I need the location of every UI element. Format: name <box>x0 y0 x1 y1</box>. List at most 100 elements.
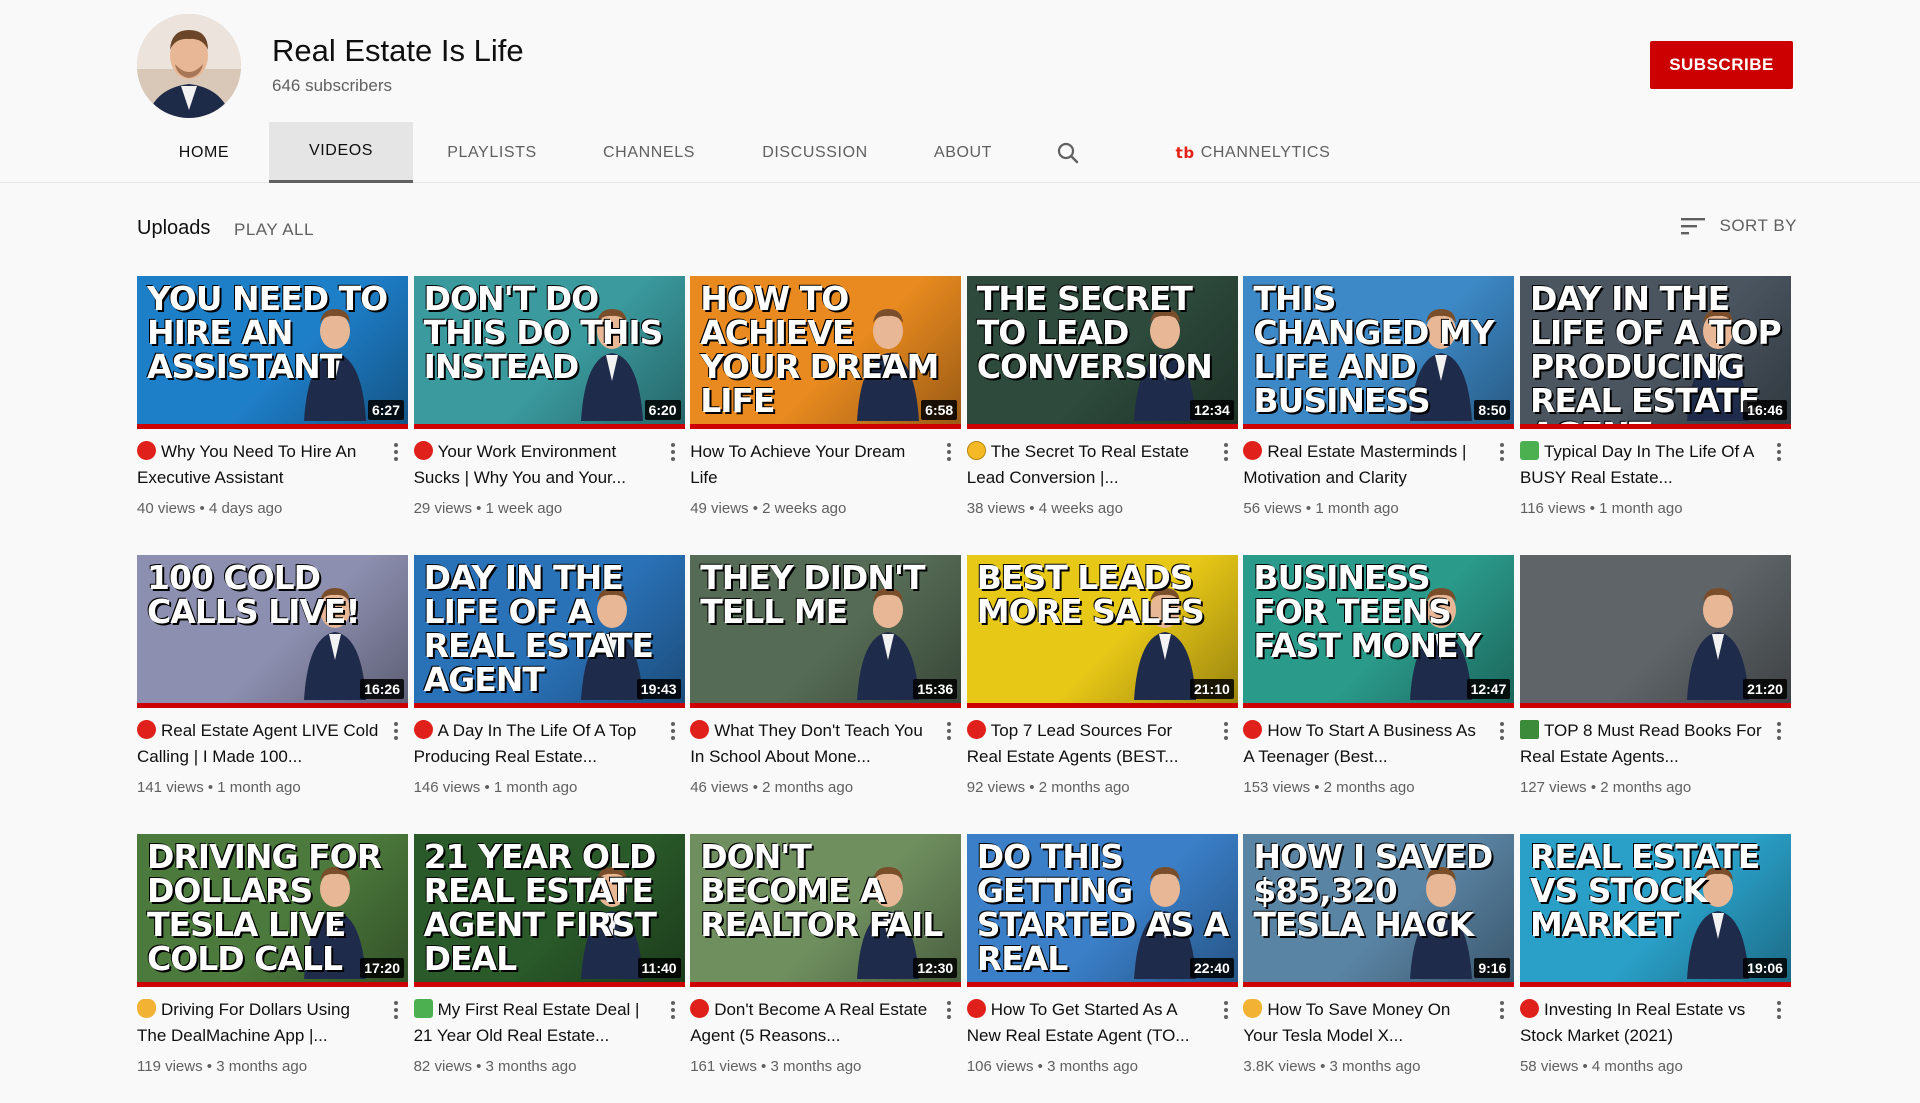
video-title[interactable]: Real Estate Agent LIVE Cold Calling | I … <box>137 718 382 770</box>
tab-about[interactable]: ABOUT <box>903 122 1023 183</box>
more-vert-icon[interactable] <box>665 720 681 744</box>
video-thumbnail[interactable]: 100 COLD CALLS LIVE! 16:26 <box>137 555 408 708</box>
more-vert-icon[interactable] <box>941 720 957 744</box>
view-count: 116 views <box>1519 500 1586 517</box>
video-card[interactable]: BEST LEADS MORE SALES 21:10 Top 7 Lead S… <box>966 555 1238 834</box>
more-vert-icon[interactable] <box>388 999 404 1023</box>
video-title[interactable]: What They Don't Teach You In School Abou… <box>690 718 935 770</box>
video-card[interactable]: 21 YEAR OLD REAL ESTATE AGENT FIRST DEAL… <box>413 834 685 1103</box>
video-card[interactable]: DRIVING FOR DOLLARS TESLA LIVE COLD CALL… <box>137 834 408 1103</box>
thumbnail-text: DON'T DO THIS DO THIS INSTEAD <box>423 279 664 386</box>
more-vert-icon[interactable] <box>388 441 404 465</box>
video-card[interactable]: BUSINESS FOR TEENS FAST MONEY 12:47 How … <box>1243 555 1515 834</box>
video-card[interactable]: YOU NEED TO HIRE AN ASSISTANT 6:27 Why Y… <box>137 276 408 555</box>
video-card[interactable]: THE SECRET TO LEAD CONVERSION 12:34 The … <box>966 276 1238 555</box>
subscribe-button[interactable]: SUBSCRIBE <box>1650 41 1793 89</box>
more-vert-icon[interactable] <box>1494 720 1510 744</box>
video-thumbnail[interactable]: HOW I SAVED $85,320 TESLA HACK 9:16 <box>1243 834 1515 987</box>
video-thumbnail[interactable]: YOU NEED TO HIRE AN ASSISTANT 6:27 <box>137 276 408 429</box>
more-vert-icon[interactable] <box>1218 720 1234 744</box>
video-title[interactable]: How To Save Money On Your Tesla Model X.… <box>1243 997 1488 1049</box>
video-card[interactable]: THEY DIDN'T TELL ME 15:36 What They Don'… <box>690 555 962 834</box>
more-vert-icon[interactable] <box>665 999 681 1023</box>
video-thumbnail[interactable]: THIS CHANGED MY LIFE AND BUSINESS 8:50 <box>1243 276 1515 429</box>
stats-separator: • <box>1310 779 1324 796</box>
more-vert-icon[interactable] <box>665 441 681 465</box>
video-title[interactable]: Investing In Real Estate vs Stock Market… <box>1519 997 1765 1049</box>
video-card[interactable]: DO THIS GETTING STARTED AS A REAL 22:40 … <box>966 834 1238 1103</box>
video-thumbnail[interactable]: HOW TO ACHIEVE YOUR DREAM LIFE 6:58 <box>690 276 962 429</box>
video-thumbnail[interactable]: 21:20 <box>1519 555 1791 708</box>
channel-avatar[interactable] <box>137 14 241 118</box>
video-card[interactable]: REAL ESTATE VS STOCK MARKET 19:06 Invest… <box>1519 834 1791 1103</box>
video-card[interactable]: HOW TO ACHIEVE YOUR DREAM LIFE 6:58 How … <box>690 276 962 555</box>
tab-videos[interactable]: VIDEOS <box>269 122 413 183</box>
video-card[interactable]: THIS CHANGED MY LIFE AND BUSINESS 8:50 R… <box>1243 276 1515 555</box>
video-title[interactable]: How To Start A Business As A Teenager (B… <box>1243 718 1488 770</box>
video-card[interactable]: DON'T BECOME A REALTOR FAIL 12:30 Don't … <box>690 834 962 1103</box>
video-card[interactable]: DAY IN THE LIFE OF A TOP PRODUCING REAL … <box>1519 276 1791 555</box>
more-vert-icon[interactable] <box>1771 720 1787 744</box>
stats-separator: • <box>471 500 486 517</box>
video-title[interactable]: TOP 8 Must Read Books For Real Estate Ag… <box>1519 718 1765 770</box>
video-title[interactable]: Top 7 Lead Sources For Real Estate Agent… <box>966 718 1212 770</box>
video-title-text: TOP 8 Must Read Books For Real Estate Ag… <box>1519 721 1762 766</box>
video-thumbnail[interactable]: REAL ESTATE VS STOCK MARKET 19:06 <box>1519 834 1791 987</box>
upload-age: 4 months ago <box>1591 1058 1683 1075</box>
more-vert-icon[interactable] <box>1771 441 1787 465</box>
more-vert-icon[interactable] <box>1218 999 1234 1023</box>
tab-discussion[interactable]: DISCUSSION <box>727 122 903 183</box>
tab-playlists[interactable]: PLAYLISTS <box>413 122 571 183</box>
video-thumbnail[interactable]: THEY DIDN'T TELL ME 15:36 <box>690 555 962 708</box>
video-thumbnail[interactable]: DAY IN THE LIFE OF A TOP PRODUCING REAL … <box>1519 276 1791 429</box>
more-vert-icon[interactable] <box>1494 999 1510 1023</box>
stats-separator: • <box>748 779 763 796</box>
video-stats: 49 views • 2 weeks ago <box>690 500 935 517</box>
tab-channelytics[interactable]: tb CHANNELYTICS <box>1143 122 1363 183</box>
video-card[interactable]: 100 COLD CALLS LIVE! 16:26 Real Estate A… <box>137 555 408 834</box>
tab-home[interactable]: HOME <box>139 122 269 183</box>
video-title[interactable]: The Secret To Real Estate Lead Conversio… <box>966 439 1212 491</box>
more-vert-icon[interactable] <box>941 999 957 1023</box>
stats-separator: • <box>480 779 494 796</box>
video-duration: 12:47 <box>1466 679 1511 699</box>
video-stats: 82 views • 3 months ago <box>414 1058 659 1075</box>
video-title[interactable]: Real Estate Masterminds | Motivation and… <box>1243 439 1488 491</box>
video-title[interactable]: Typical Day In The Life Of A BUSY Real E… <box>1519 439 1765 491</box>
channel-search-button[interactable] <box>1023 122 1113 183</box>
more-vert-icon[interactable] <box>1218 441 1234 465</box>
more-vert-icon[interactable] <box>388 720 404 744</box>
stats-separator: • <box>1301 500 1316 517</box>
video-thumbnail[interactable]: DAY IN THE LIFE OF A REAL ESTATE AGENT 1… <box>413 555 685 708</box>
view-count: 40 views <box>137 500 196 517</box>
video-title[interactable]: Driving For Dollars Using The DealMachin… <box>137 997 382 1049</box>
video-thumbnail[interactable]: THE SECRET TO LEAD CONVERSION 12:34 <box>966 276 1238 429</box>
video-title[interactable]: How To Get Started As A New Real Estate … <box>966 997 1212 1049</box>
more-vert-icon[interactable] <box>1494 441 1510 465</box>
video-thumbnail[interactable]: DON'T DO THIS DO THIS INSTEAD 6:20 <box>413 276 685 429</box>
video-title[interactable]: Don't Become A Real Estate Agent (5 Reas… <box>690 997 935 1049</box>
play-all-button[interactable]: PLAY ALL <box>234 220 314 240</box>
video-thumbnail[interactable]: DRIVING FOR DOLLARS TESLA LIVE COLD CALL… <box>137 834 408 987</box>
video-title[interactable]: Your Work Environment Sucks | Why You an… <box>413 439 659 491</box>
video-card[interactable]: HOW I SAVED $85,320 TESLA HACK 9:16 How … <box>1243 834 1515 1103</box>
video-card[interactable]: DON'T DO THIS DO THIS INSTEAD 6:20 Your … <box>413 276 685 555</box>
tab-channels[interactable]: CHANNELS <box>571 122 727 183</box>
video-title[interactable]: A Day In The Life Of A Top Producing Rea… <box>413 718 659 770</box>
video-thumbnail[interactable]: BUSINESS FOR TEENS FAST MONEY 12:47 <box>1243 555 1515 708</box>
thumbnail-text: YOU NEED TO HIRE AN ASSISTANT <box>147 279 388 386</box>
video-thumbnail[interactable]: DO THIS GETTING STARTED AS A REAL 22:40 <box>966 834 1238 987</box>
more-vert-icon[interactable] <box>941 441 957 465</box>
video-thumbnail[interactable]: DON'T BECOME A REALTOR FAIL 12:30 <box>690 834 962 987</box>
video-card[interactable]: 21:20 TOP 8 Must Read Books For Real Est… <box>1519 555 1791 834</box>
video-title[interactable]: Why You Need To Hire An Executive Assist… <box>137 439 382 491</box>
video-title[interactable]: How To Achieve Your Dream Life <box>690 439 935 491</box>
sort-by-button[interactable]: SORT BY <box>1681 216 1797 236</box>
video-thumbnail[interactable]: 21 YEAR OLD REAL ESTATE AGENT FIRST DEAL… <box>413 834 685 987</box>
stats-separator: • <box>203 779 218 796</box>
video-title[interactable]: My First Real Estate Deal | 21 Year Old … <box>413 997 659 1049</box>
video-card[interactable]: DAY IN THE LIFE OF A REAL ESTATE AGENT 1… <box>413 555 685 834</box>
more-vert-icon[interactable] <box>1771 999 1787 1023</box>
channel-name: Real Estate Is Life <box>272 33 524 68</box>
video-thumbnail[interactable]: BEST LEADS MORE SALES 21:10 <box>966 555 1238 708</box>
